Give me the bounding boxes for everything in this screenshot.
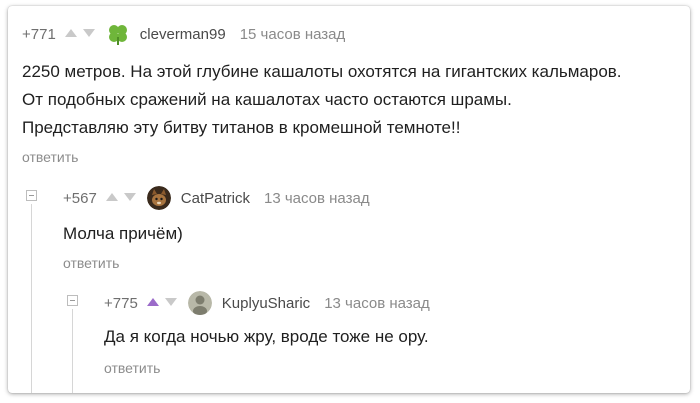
comment-header: +771 cleverman99 15 часов назад [22, 22, 345, 46]
username[interactable]: cleverman99 [140, 26, 226, 43]
rating: +771 [22, 25, 56, 43]
comment-header: +775 KuplyuSharic 13 часов назад [104, 291, 430, 315]
cat-avatar[interactable] [146, 186, 171, 210]
upvote-icon[interactable] [146, 294, 160, 312]
reply-link[interactable]: ответить [63, 255, 119, 271]
reply-link[interactable]: ответить [104, 360, 160, 376]
downvote-icon[interactable] [164, 294, 178, 312]
downvote-icon[interactable] [82, 25, 96, 43]
comment-line: 2250 метров. На этой глубине кашалоты ох… [22, 62, 622, 81]
timestamp[interactable]: 13 часов назад [324, 295, 430, 312]
comment-line: Молча причём) [63, 224, 183, 243]
rating: +567 [63, 189, 97, 207]
user-avatar[interactable] [187, 291, 212, 315]
comment-thread: +771 cleverman99 15 часов назад 2250 мет… [8, 6, 690, 393]
rating: +775 [104, 294, 138, 312]
upvote-icon[interactable] [105, 189, 119, 207]
comment-line: Представляю эту битву титанов в кромешно… [22, 118, 461, 137]
comment-line: Да я когда ночью жру, вроде тоже не ору. [104, 327, 429, 346]
timestamp[interactable]: 15 часов назад [240, 26, 346, 43]
comment-body: Молча причём) [63, 220, 183, 248]
comment-line: От подобных сражений на кашалотах часто … [22, 90, 512, 109]
downvote-icon[interactable] [123, 189, 137, 207]
upvote-icon[interactable] [64, 25, 78, 43]
thread-line[interactable] [31, 204, 32, 393]
comment-header: +567 CatPatrick 13 часов назад [63, 186, 370, 210]
reply-link[interactable]: ответить [22, 149, 78, 165]
username[interactable]: KuplyuSharic [222, 295, 310, 312]
comment-body: 2250 метров. На этой глубине кашалоты ох… [22, 58, 622, 142]
thread-line[interactable] [72, 309, 73, 393]
collapse-thread-button[interactable] [67, 295, 78, 306]
timestamp[interactable]: 13 часов назад [264, 190, 370, 207]
comment-body: Да я когда ночью жру, вроде тоже не ору. [104, 323, 429, 351]
username[interactable]: CatPatrick [181, 190, 250, 207]
collapse-thread-button[interactable] [26, 190, 37, 201]
clover-icon[interactable] [106, 22, 130, 46]
